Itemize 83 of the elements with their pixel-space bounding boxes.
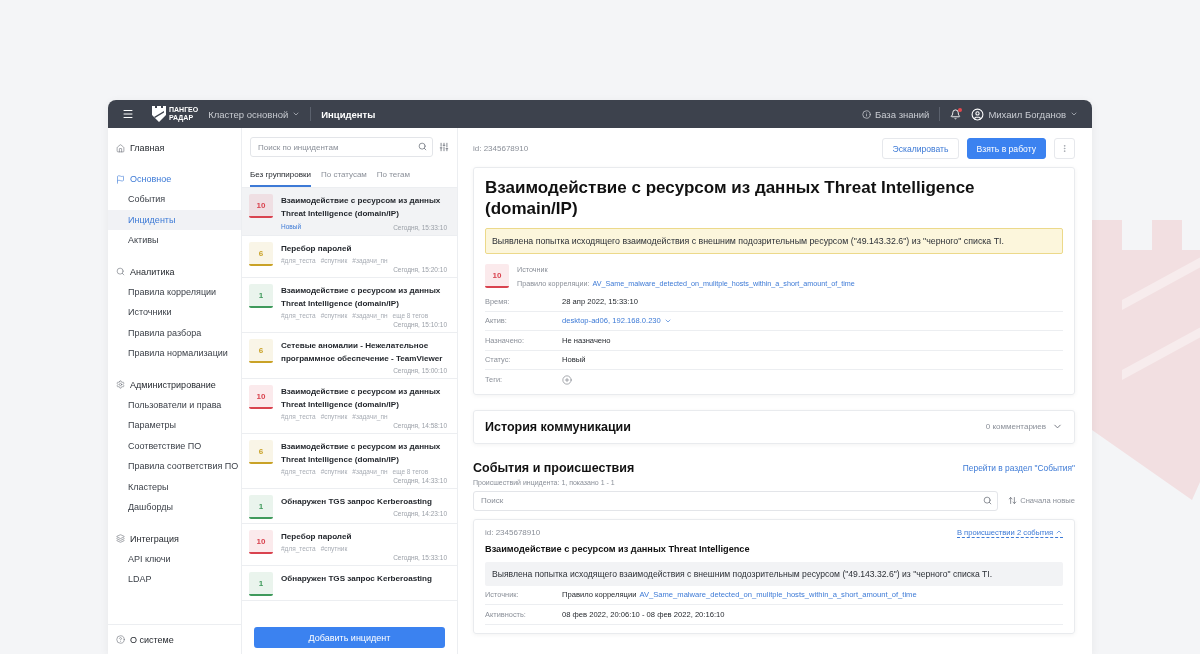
- home-icon: [116, 143, 125, 153]
- chevron-icon: [292, 110, 301, 118]
- severity-badge: 10: [249, 194, 273, 218]
- incident-title: Взаимодействие с ресурсом из данных Threat Intelligence (domain/IP): [281, 441, 442, 466]
- severity-badge: 6: [249, 242, 273, 266]
- sidebar-item[interactable]: Соответствие ПО: [108, 435, 241, 456]
- incident-title: Взаимодействие с ресурсом из данных Threat Intelligence (domain/IP): [281, 386, 442, 411]
- knowledge-base-link[interactable]: База знаний: [861, 108, 930, 120]
- escalate-button[interactable]: Эскалировать: [882, 138, 959, 159]
- sidebar-item[interactable]: Дашборды: [108, 497, 241, 518]
- gear-icon: [116, 380, 125, 389]
- event-title: Взаимодействие с ресурсом из данных Threat Intelligence: [485, 543, 751, 554]
- events-link[interactable]: Перейти в раздел "События": [962, 462, 1075, 473]
- sidebar-item[interactable]: Правила разбора: [108, 322, 241, 343]
- alert-message: Выявлена попытка исходящего взаимодействия с внешним подозрительным ресурсом ("49.143.32.6") из "черного" списка TI.: [485, 228, 1063, 254]
- incident-heading: Взаимодействие с ресурсом из данных Threat Intelligence (domain/IP): [485, 177, 976, 219]
- section-heading: История коммуникации: [485, 419, 631, 434]
- sidebar-section[interactable]: Основное: [108, 169, 241, 189]
- sort-icon: [1008, 496, 1018, 505]
- severity-badge: 10: [249, 385, 273, 409]
- severity-badge: 1: [249, 572, 273, 596]
- event-message: Выявлена попытка исходящего взаимодействия с внешним подозрительным ресурсом ("49.143.32.6") из "черного" списка TI.: [485, 561, 1063, 586]
- user-icon: [971, 107, 985, 121]
- sidebar-item[interactable]: Правила корреляции: [108, 281, 241, 302]
- tab[interactable]: По статусам: [320, 166, 367, 187]
- sidebar-section[interactable]: Интеграция: [108, 528, 241, 549]
- incident-title: Взаимодействие с ресурсом из данных Threat Intelligence (domain/IP): [281, 285, 442, 310]
- search-field[interactable]: Поиск: [473, 490, 999, 511]
- menu-icon[interactable]: [122, 108, 134, 120]
- search-icon: [983, 495, 993, 505]
- incident-id: id: 2345678910: [473, 144, 529, 153]
- severity-badge: 1: [249, 495, 273, 519]
- severity-badge: 1: [249, 284, 273, 308]
- notifications-button[interactable]: [950, 108, 962, 120]
- bell-icon: [950, 108, 962, 120]
- sidebar-item[interactable]: События: [108, 189, 241, 210]
- cluster-select[interactable]: Кластер основной: [208, 108, 301, 120]
- shield-icon: [152, 106, 166, 122]
- about-item[interactable]: О системе: [108, 624, 241, 654]
- layers-icon: [116, 534, 125, 543]
- incident-title: Перебор паролей: [281, 243, 353, 255]
- severity-badge: 10: [249, 530, 273, 554]
- search-field[interactable]: Поиск по инцидентам: [250, 137, 433, 157]
- take-button[interactable]: Взять в работу: [966, 138, 1046, 159]
- flag-icon: [116, 174, 125, 184]
- event-id: id: 2345678910: [485, 528, 541, 537]
- sidebar-item[interactable]: Параметры: [108, 415, 241, 436]
- section-heading: События и происшествия: [473, 460, 635, 475]
- user-menu[interactable]: Михаил Богданов: [971, 107, 1078, 121]
- add-incident-button[interactable]: Добавить инцидент: [254, 627, 445, 648]
- search-icon: [418, 142, 427, 151]
- sidebar-item[interactable]: Активы: [108, 230, 241, 251]
- severity-badge: 6: [249, 440, 273, 464]
- chevron-icon: [1055, 528, 1063, 536]
- page-title: Инциденты: [321, 108, 376, 120]
- more-icon: [1060, 144, 1069, 153]
- incident-title: Обнаружен TGS запрос Kerberoasting: [281, 496, 433, 508]
- sidebar-item[interactable]: API ключи: [108, 548, 241, 569]
- incident-title: Сетевые аномалии - Нежелательное программное обеспечение - TeamViewer: [281, 340, 444, 365]
- sidebar-section[interactable]: Аналитика: [108, 261, 241, 282]
- sidebar-item[interactable]: Пользователи и права: [108, 394, 241, 415]
- comment-count: 0 комментариев: [985, 422, 1046, 431]
- sidebar-section[interactable]: Главная: [108, 138, 241, 158]
- add-tag-icon[interactable]: [562, 374, 572, 385]
- severity-badge: 10: [485, 264, 509, 288]
- filter-icon[interactable]: [439, 142, 449, 152]
- sidebar-section[interactable]: Администрирование: [108, 374, 241, 395]
- sidebar-item[interactable]: Источники: [108, 302, 241, 323]
- search-icon: [116, 267, 125, 276]
- sidebar-item[interactable]: Инциденты: [108, 209, 241, 230]
- info-icon: [861, 109, 871, 119]
- incident-title: Перебор паролей: [281, 531, 353, 543]
- sidebar-item[interactable]: Правила нормализации: [108, 343, 241, 364]
- severity-badge: 6: [249, 339, 273, 363]
- history-panel[interactable]: История коммуникации 0 комментариев: [473, 409, 1075, 444]
- incident-title: Взаимодействие с ресурсом из данных Threat Intelligence (domain/IP): [281, 195, 442, 220]
- sidebar-item[interactable]: Правила соответствия ПО: [108, 456, 241, 477]
- tab[interactable]: По тегам: [376, 166, 410, 187]
- sidebar-item[interactable]: Кластеры: [108, 476, 241, 497]
- chevron-icon: [1070, 110, 1078, 118]
- help-icon: [116, 635, 125, 644]
- incident-title: Обнаружен TGS запрос Kerberoasting: [281, 573, 433, 585]
- sidebar-item[interactable]: LDAP: [108, 569, 241, 590]
